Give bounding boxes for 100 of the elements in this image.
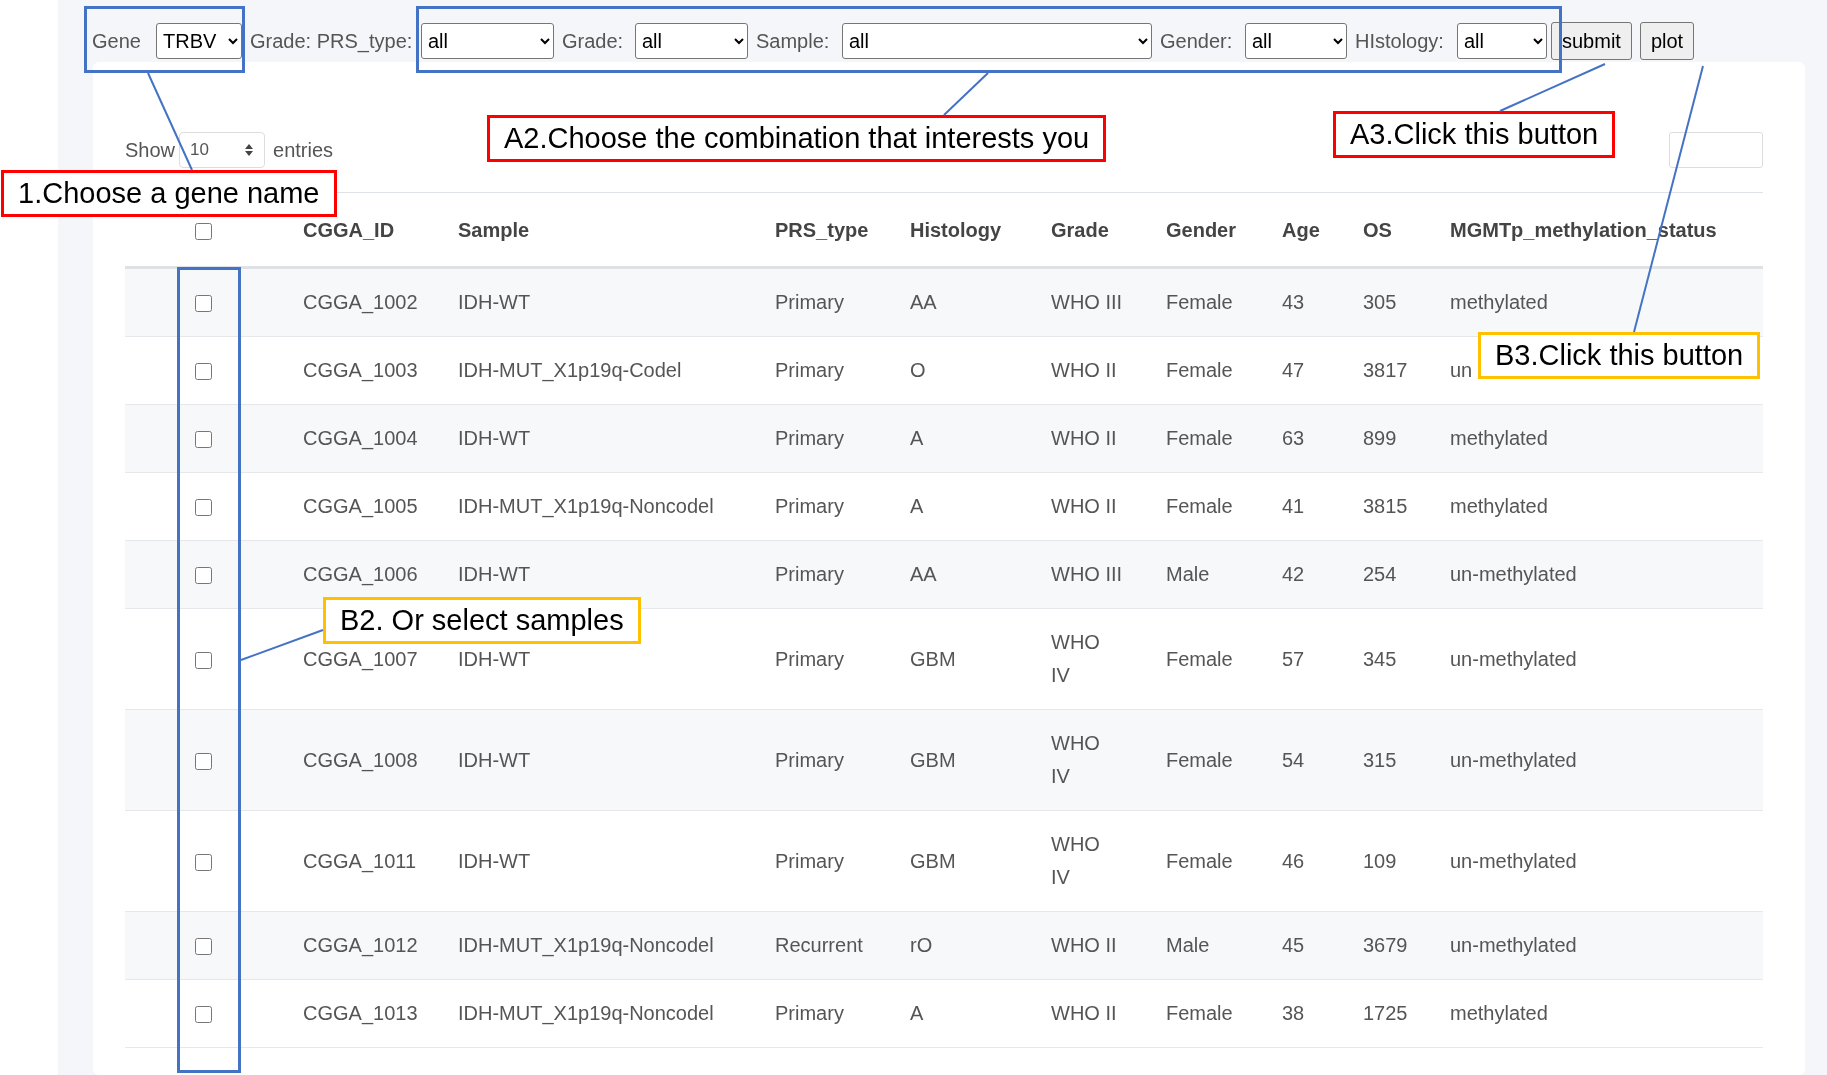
- row-checkbox[interactable]: [195, 752, 212, 770]
- table-cell: CGGA_1004: [291, 404, 446, 473]
- table-cell-text: WHO IV: [1051, 832, 1101, 890]
- table-cell: IDH-WT: [446, 267, 763, 337]
- show-label: Show: [125, 138, 176, 163]
- table-cell: un-methylated: [1438, 810, 1763, 912]
- table-cell: 3679: [1351, 911, 1438, 980]
- table-cell: GBM: [898, 709, 1039, 811]
- row-checkbox[interactable]: [195, 363, 212, 381]
- table-cell-text: WHO IV: [1051, 630, 1101, 688]
- table-cell: Primary: [763, 472, 898, 541]
- table-cell: A: [898, 472, 1039, 541]
- table-cell: A: [898, 979, 1039, 1048]
- callout-label: A3.Click this button: [1333, 111, 1616, 158]
- table-cell: Female: [1154, 608, 1270, 710]
- table-cell: methylated: [1438, 404, 1763, 473]
- table-cell: 47: [1270, 336, 1351, 405]
- table-cell: Female: [1154, 336, 1270, 405]
- filter-label: HIstology:: [1355, 29, 1444, 54]
- table-cell: Male: [1154, 911, 1270, 980]
- table-cell: methylated: [1438, 472, 1763, 541]
- table-cell-text: WHO II: [1051, 1001, 1118, 1026]
- table-cell: CGGA_1008: [291, 709, 446, 811]
- table-cell-text: WHO II: [1051, 426, 1118, 451]
- table-cell: CGGA_1012: [291, 911, 446, 980]
- table-cell-text: WHO II: [1051, 358, 1118, 383]
- table-cell-text: WHO III: [1051, 290, 1123, 315]
- table-cell: Female: [1154, 472, 1270, 541]
- table-cell: IDH-WT: [446, 810, 763, 912]
- table-cell: Primary: [763, 267, 898, 337]
- search-field[interactable]: [1669, 132, 1763, 168]
- callout-label: B3.Click this button: [1478, 332, 1761, 379]
- row-checkbox[interactable]: [195, 651, 212, 669]
- sort-arrows-icon: [244, 143, 255, 157]
- table-cell: IDH-MUT_X1p19q-Codel: [446, 336, 763, 405]
- table-cell: Female: [1154, 810, 1270, 912]
- table-cell: Male: [1154, 540, 1270, 609]
- callout-label: B2. Or select samples: [323, 597, 641, 644]
- leader-line: [943, 72, 989, 116]
- table-cell: 54: [1270, 709, 1351, 811]
- filter-dropdown[interactable]: all: [842, 23, 1152, 59]
- table-cell: 43: [1270, 267, 1351, 337]
- row-checkbox[interactable]: [195, 295, 212, 313]
- table-cell: 305: [1351, 267, 1438, 337]
- table-cell: 46: [1270, 810, 1351, 912]
- table-cell: Female: [1154, 979, 1270, 1048]
- submit-button[interactable]: submit: [1551, 22, 1632, 60]
- table-cell: 1725: [1351, 979, 1438, 1048]
- row-checkbox[interactable]: [195, 853, 212, 871]
- filter-dropdown[interactable]: all: [1457, 23, 1547, 59]
- table-cell: 57: [1270, 608, 1351, 710]
- table-cell-text: WHO II: [1051, 933, 1118, 958]
- table-cell: 345: [1351, 608, 1438, 710]
- table-cell: IDH-MUT_X1p19q-Noncodel: [446, 911, 763, 980]
- table-cell: 899: [1351, 404, 1438, 473]
- entries-label: entries: [273, 138, 334, 163]
- table-cell: 63: [1270, 404, 1351, 473]
- table-cell: IDH-MUT_X1p19q-Noncodel: [446, 472, 763, 541]
- row-checkbox[interactable]: [195, 431, 212, 449]
- filter-dropdown[interactable]: all: [635, 23, 748, 59]
- table-cell-text: WHO III: [1051, 562, 1123, 587]
- row-checkbox[interactable]: [195, 938, 212, 956]
- page-length-dropdown[interactable]: 10: [179, 132, 266, 168]
- table-cell: Primary: [763, 810, 898, 912]
- table-cell: CGGA_1003: [291, 336, 446, 405]
- row-checkbox[interactable]: [195, 567, 212, 585]
- table-cell: Primary: [763, 608, 898, 710]
- table-cell: GBM: [898, 608, 1039, 710]
- table-cell: CGGA_1011: [291, 810, 446, 912]
- table-cell: IDH-MUT_X1p19q-Noncodel: [446, 979, 763, 1048]
- table-cell: Female: [1154, 267, 1270, 337]
- table-cell: Female: [1154, 404, 1270, 473]
- table-cell: 45: [1270, 911, 1351, 980]
- filter-label: Sample:: [756, 29, 830, 54]
- table-cell: Primary: [763, 404, 898, 473]
- table-cell: un-methylated: [1438, 608, 1763, 710]
- row-checkbox[interactable]: [195, 499, 212, 517]
- plot-button[interactable]: plot: [1639, 22, 1695, 60]
- table-cell: 315: [1351, 709, 1438, 811]
- table-cell: 38: [1270, 979, 1351, 1048]
- table-cell: GBM: [898, 810, 1039, 912]
- table-cell: 3815: [1351, 472, 1438, 541]
- filter-dropdown[interactable]: TRBV: [156, 23, 242, 59]
- filter-dropdown[interactable]: all: [421, 23, 554, 59]
- callout-label: A2.Choose the combination that interests you: [487, 115, 1107, 162]
- table-cell-text: WHO II: [1051, 494, 1118, 519]
- table-cell: 42: [1270, 540, 1351, 609]
- table-cell: AA: [898, 267, 1039, 337]
- table-cell: CGGA_1013: [291, 979, 446, 1048]
- filter-label: Grade: PRS_type:: [250, 29, 413, 55]
- table-cell: A: [898, 404, 1039, 473]
- row-checkbox[interactable]: [195, 1006, 212, 1024]
- select-all-checkbox[interactable]: [195, 222, 212, 240]
- table-cell: IDH-WT: [446, 404, 763, 473]
- table-cell: IDH-WT: [446, 709, 763, 811]
- table-cell: Primary: [763, 709, 898, 811]
- callout-label: 1.Choose a gene name: [1, 170, 337, 217]
- table-cell: methylated: [1438, 979, 1763, 1048]
- filter-dropdown[interactable]: all: [1245, 23, 1347, 59]
- table-cell: Female: [1154, 709, 1270, 811]
